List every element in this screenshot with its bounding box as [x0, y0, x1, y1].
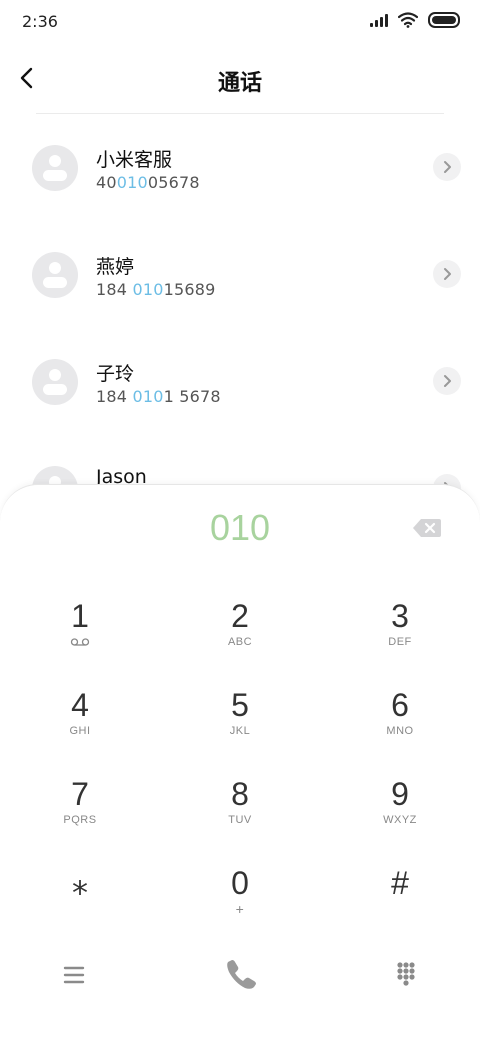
- key-letters: DEF: [388, 636, 412, 648]
- key-digit: 2: [231, 598, 249, 634]
- number-match: 010: [116, 173, 148, 192]
- key-letters: TUV: [228, 814, 252, 826]
- page-title: 通话: [217, 71, 262, 96]
- key-letters: ABC: [227, 636, 253, 648]
- key-digit: ⁎: [72, 865, 88, 901]
- status-bar: 2:36: [0, 0, 480, 44]
- key-letters: JKL: [229, 725, 251, 737]
- key-letters: WXYZ: [383, 814, 417, 826]
- call-button[interactable]: [210, 945, 270, 1005]
- key-2[interactable]: 2 ABC: [160, 590, 320, 679]
- key-letters: +: [235, 901, 245, 917]
- key-5[interactable]: 5 JKL: [160, 679, 320, 768]
- avatar-icon: [32, 252, 78, 298]
- wifi-icon: [398, 12, 418, 28]
- contact-name: 小米客服: [96, 149, 173, 171]
- contact-list: 小米客服 4001005678 燕婷 184 01015689 子玲 184 0…: [0, 115, 480, 543]
- bottom-bar: [0, 945, 480, 1005]
- key-digit: 0: [231, 865, 249, 901]
- key-digit: 1: [71, 598, 89, 634]
- key-digit: 9: [391, 776, 409, 812]
- avatar-icon: [32, 145, 78, 191]
- chevron-right-icon[interactable]: [433, 153, 461, 181]
- contact-number: 184 01015689: [96, 280, 215, 299]
- dialed-number: 010: [209, 507, 271, 548]
- keypad-toggle-button[interactable]: [376, 945, 436, 1005]
- contact-row[interactable]: 子玲 184 0101 5678: [0, 329, 480, 436]
- key-1[interactable]: 1: [0, 590, 160, 679]
- key-digit: 5: [231, 687, 249, 723]
- number-prefix: 40: [96, 173, 117, 192]
- contact-row[interactable]: 燕婷 184 01015689: [0, 222, 480, 329]
- number-match: 010: [132, 387, 164, 406]
- contact-row[interactable]: 小米客服 4001005678: [0, 115, 480, 222]
- keypad-icon: [397, 962, 415, 986]
- key-letters: PQRS: [63, 814, 97, 826]
- menu-icon: [63, 966, 85, 984]
- key-digit: 3: [391, 598, 409, 634]
- contact-name: 子玲: [96, 363, 135, 385]
- chevron-right-icon[interactable]: [433, 367, 461, 395]
- key-6[interactable]: 6 MNO: [320, 679, 480, 768]
- header-divider: [36, 113, 444, 114]
- number-match: 010: [132, 280, 164, 299]
- contact-name: 燕婷: [96, 256, 135, 278]
- key-digit: #: [391, 865, 409, 901]
- number-suffix: 05678: [147, 173, 200, 192]
- signal-icon: [370, 13, 388, 27]
- key-digit: 8: [231, 776, 249, 812]
- backspace-icon[interactable]: [412, 517, 442, 539]
- contact-number: 4001005678: [96, 173, 200, 192]
- dialer-panel: 010 1 2 ABC 3 DEF 4 GHI 5 JKL 6 MNO 7 PQ…: [0, 484, 480, 1041]
- key-letters: MNO: [386, 725, 414, 737]
- key-digit: 4: [71, 687, 89, 723]
- key-9[interactable]: 9 WXYZ: [320, 768, 480, 857]
- key-digit: 7: [71, 776, 89, 812]
- key-8[interactable]: 8 TUV: [160, 768, 320, 857]
- key-0[interactable]: 0 +: [160, 857, 320, 946]
- chevron-right-icon[interactable]: [433, 260, 461, 288]
- key-3[interactable]: 3 DEF: [320, 590, 480, 679]
- status-icons: [370, 12, 460, 28]
- key-hash[interactable]: #: [320, 857, 480, 946]
- status-time: 2:36: [22, 12, 58, 31]
- key-star[interactable]: ⁎: [0, 857, 160, 946]
- number-prefix: 184: [96, 387, 133, 406]
- key-4[interactable]: 4 GHI: [0, 679, 160, 768]
- header: 通话: [0, 52, 480, 110]
- menu-button[interactable]: [44, 945, 104, 1005]
- battery-icon: [428, 12, 460, 28]
- avatar-icon: [32, 359, 78, 405]
- voicemail-icon: [70, 638, 90, 646]
- number-suffix: 15689: [163, 280, 216, 299]
- keypad: 1 2 ABC 3 DEF 4 GHI 5 JKL 6 MNO 7 PQRS 8…: [0, 590, 480, 946]
- key-digit: 6: [391, 687, 409, 723]
- contact-number: 184 0101 5678: [96, 387, 221, 406]
- key-letters: GHI: [69, 725, 91, 737]
- key-7[interactable]: 7 PQRS: [0, 768, 160, 857]
- number-prefix: 184: [96, 280, 133, 299]
- number-suffix: 1 5678: [163, 387, 221, 406]
- phone-icon: [227, 960, 256, 989]
